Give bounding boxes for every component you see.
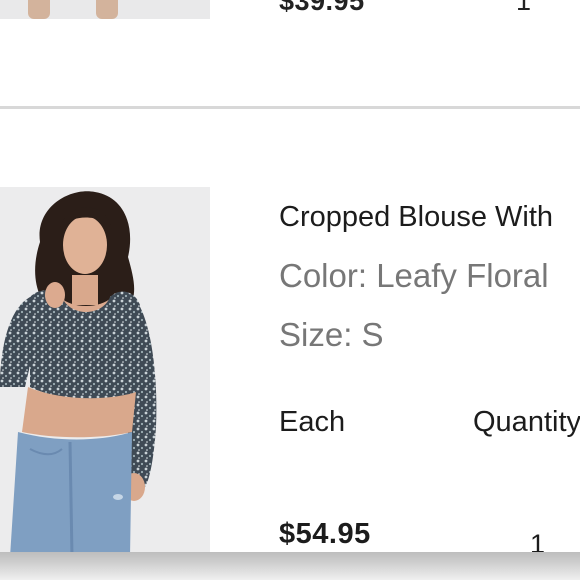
product-image[interactable]: [0, 187, 210, 557]
product-title[interactable]: Cropped Blouse With: [279, 201, 553, 234]
each-label: Each: [279, 406, 346, 438]
product-size: Size: S: [279, 316, 384, 353]
cart-item: Cropped Blouse With Color: Leafy Floral …: [0, 109, 580, 580]
cart-item-previous: $39.95 1: [0, 0, 580, 108]
item-price: $54.95: [279, 518, 371, 550]
product-color: Color: Leafy Floral: [279, 257, 549, 294]
previous-product-image[interactable]: [0, 0, 210, 19]
product-photo-icon: [0, 187, 210, 557]
previous-item-price: $39.95: [279, 0, 365, 16]
bottom-scroll-shadow: [0, 552, 580, 580]
shopping-bag-page: $39.95 1 Cropped Blouse With Color: Leaf…: [0, 0, 580, 580]
previous-item-quantity: 1: [516, 0, 532, 16]
quantity-label: Quantity: [473, 406, 580, 438]
